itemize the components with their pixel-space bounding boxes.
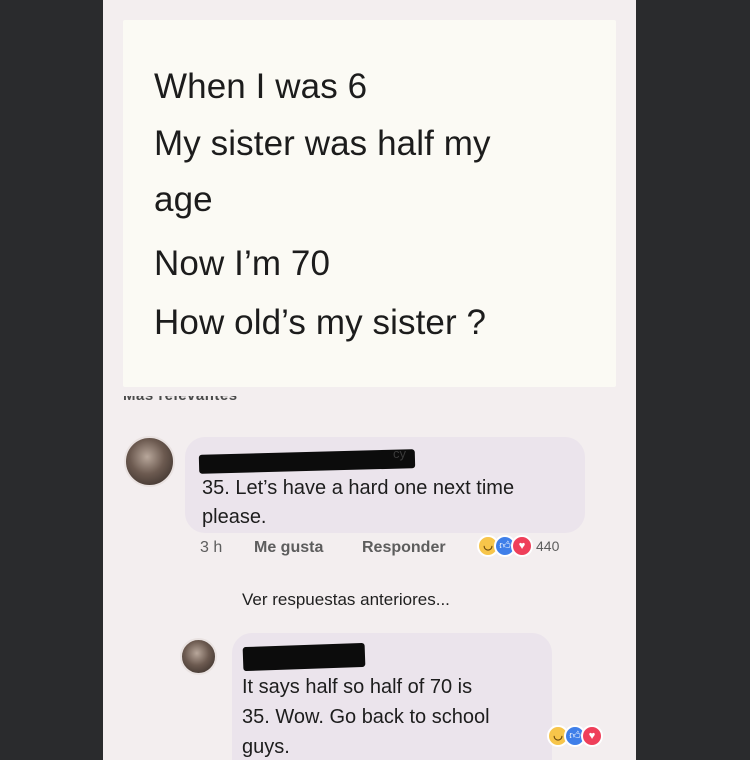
reply-reaction-summary[interactable]: ◡ 👍︎ ♥	[547, 725, 603, 747]
right-dark-border	[636, 0, 750, 760]
post-text-line: Now I’m 70	[154, 244, 331, 283]
commenter-name-fragment[interactable]: cy	[393, 446, 406, 461]
post-page: When I was 6 My sister was half my age N…	[103, 0, 636, 760]
view-previous-replies-link[interactable]: Ver respuestas anteriores...	[242, 590, 450, 610]
post-text-line: When I was 6	[154, 67, 368, 106]
post-text-line: My sister was half my	[154, 124, 491, 163]
reply-text-line: guys.	[242, 736, 290, 758]
comment-text-line: please.	[202, 506, 267, 528]
post-text-line: How old’s my sister ?	[154, 303, 487, 342]
like-button[interactable]: Me gusta	[254, 539, 323, 557]
comment-text-line: 35. Let’s have a hard one next time	[202, 477, 515, 499]
redacted-name	[242, 642, 366, 672]
reaction-count: 440	[536, 538, 560, 554]
post-card: When I was 6 My sister was half my age N…	[123, 20, 616, 387]
reply-text-line: 35. Wow. Go back to school	[242, 706, 490, 728]
comments-sort-label: Más relevantes	[123, 396, 295, 404]
reply-text-line: It says half so half of 70 is	[242, 676, 473, 698]
love-icon: ♥	[581, 725, 603, 747]
reaction-summary[interactable]: ◡ 👍︎ ♥ 440	[477, 535, 559, 557]
avatar[interactable]	[124, 436, 175, 487]
comment-timestamp[interactable]: 3 h	[200, 539, 222, 557]
left-dark-border	[0, 0, 103, 760]
reply-text: It says half so half of 70 is 35. Wow. G…	[242, 672, 547, 760]
comment-text: 35. Let’s have a hard one next time plea…	[202, 474, 577, 532]
love-icon: ♥	[511, 535, 533, 557]
comments-sort-heading[interactable]: Más relevantes	[123, 396, 295, 404]
post-text-line: age	[154, 180, 213, 219]
reply-button[interactable]: Responder	[362, 539, 446, 557]
avatar[interactable]	[180, 638, 217, 675]
